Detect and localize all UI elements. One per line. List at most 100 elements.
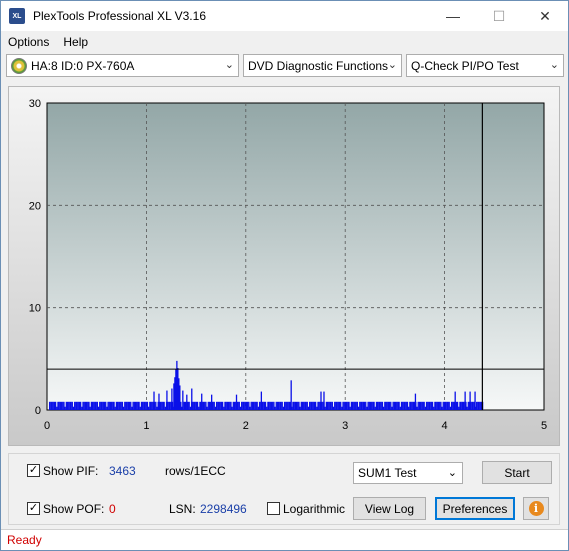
baseline-bar <box>434 401 436 410</box>
baseline-bar <box>266 406 268 410</box>
close-icon[interactable]: ✕ <box>522 1 568 31</box>
baseline-bar <box>107 401 109 410</box>
lsn-label: LSN: <box>169 502 196 516</box>
view-log-button[interactable]: View Log <box>353 497 426 520</box>
baseline-bar <box>421 401 423 410</box>
baseline-bar <box>335 401 337 410</box>
baseline-bar <box>437 401 440 410</box>
baseline-bar <box>115 401 118 410</box>
baseline-bar <box>72 406 75 410</box>
baseline-bar <box>348 401 350 410</box>
info-button[interactable]: i <box>523 497 549 520</box>
baseline-bar <box>48 401 51 410</box>
baseline-bar <box>417 401 419 410</box>
baseline-bar <box>134 401 137 410</box>
baseline-bar <box>309 401 311 410</box>
baseline-bar <box>311 401 313 410</box>
baseline-bar <box>128 401 131 410</box>
spike-bar <box>201 393 203 410</box>
baseline-bar <box>453 401 455 410</box>
show-pof-checkbox[interactable]: ✓ <box>27 502 40 515</box>
baseline-bar <box>81 406 83 410</box>
baseline-bar <box>447 401 449 410</box>
baseline-bar <box>269 401 271 410</box>
menu-help[interactable]: Help <box>56 35 95 49</box>
plextools-logo-icon: XL <box>9 8 25 24</box>
baseline-bar <box>340 401 342 410</box>
baseline-bar <box>147 406 150 410</box>
baseline-bar <box>188 401 190 410</box>
pi-po-chart: 0 1 2 3 4 5 0 10 20 30 <box>29 98 547 432</box>
sum-test-select[interactable]: SUM1 Test ⌄ <box>353 462 463 484</box>
controls-panel: ✓ Show PIF: 3463 rows/1ECC SUM1 Test ⌄ S… <box>8 453 560 525</box>
pof-value: 0 <box>109 502 116 516</box>
baseline-bar <box>224 401 226 410</box>
baseline-bar <box>132 401 134 410</box>
baseline-bar <box>80 401 82 410</box>
baseline-bar <box>136 401 138 410</box>
baseline-bar <box>479 401 481 410</box>
baseline-bar <box>399 406 401 410</box>
drive-select[interactable]: HA:8 ID:0 PX-760A ⌄ <box>6 54 239 77</box>
show-pof-label: Show POF: <box>43 502 105 516</box>
menu-options[interactable]: Options <box>1 35 56 49</box>
preferences-button[interactable]: Preferences <box>435 497 515 520</box>
baseline-bar <box>349 406 351 410</box>
baseline-bar <box>230 401 232 410</box>
baseline-bar <box>275 401 277 410</box>
spike-bar <box>191 388 193 410</box>
baseline-bar <box>307 406 310 410</box>
info-icon: i <box>528 501 544 516</box>
baseline-bar <box>74 401 76 410</box>
start-button[interactable]: Start <box>482 461 552 484</box>
baseline-bar <box>65 401 67 410</box>
baseline-bar <box>314 401 317 410</box>
baseline-bar <box>245 401 248 410</box>
y-tick-label: 0 <box>35 405 41 417</box>
toolbar: HA:8 ID:0 PX-760A ⌄ DVD Diagnostic Funct… <box>1 52 568 80</box>
logarithmic-checkbox[interactable] <box>267 502 280 515</box>
baseline-bar <box>127 401 130 410</box>
baseline-bar <box>163 401 165 410</box>
baseline-bar <box>108 401 110 410</box>
baseline-bar <box>377 401 379 410</box>
baseline-bar <box>101 401 103 410</box>
baseline-bar <box>446 401 448 410</box>
function-select[interactable]: DVD Diagnostic Functions ⌄ <box>243 54 402 77</box>
minimize-icon[interactable]: — <box>430 1 476 31</box>
baseline-bar <box>93 401 95 410</box>
baseline-bar <box>112 401 114 410</box>
baseline-bar <box>243 401 245 410</box>
baseline-bar <box>244 401 246 410</box>
baseline-bar <box>442 401 444 410</box>
chevron-down-icon: ⌄ <box>387 59 397 71</box>
baseline-bar <box>424 406 427 410</box>
spike-bar <box>469 391 471 410</box>
baseline-bar <box>121 401 124 410</box>
maximize-icon[interactable]: ☐ <box>476 1 522 31</box>
baseline-bar <box>435 401 437 410</box>
spike-bar <box>171 388 173 410</box>
baseline-bar <box>229 401 231 410</box>
baseline-bar <box>151 401 153 410</box>
baseline-bar <box>450 401 453 410</box>
baseline-bar <box>77 401 79 410</box>
baseline-bar <box>212 401 214 410</box>
baseline-bar <box>441 406 443 410</box>
baseline-bar <box>206 406 208 410</box>
baseline-bar <box>62 401 64 410</box>
baseline-bar <box>64 406 66 410</box>
baseline-bar <box>466 406 468 410</box>
baseline-bar <box>202 401 205 410</box>
baseline-bar <box>52 401 54 410</box>
title-bar: XL PlexTools Professional XL V3.16 — ☐ ✕ <box>1 1 568 31</box>
baseline-bar <box>125 401 127 410</box>
baseline-bar <box>312 401 314 410</box>
spike-bar <box>464 391 466 410</box>
test-select[interactable]: Q-Check PI/PO Test ⌄ <box>406 54 564 77</box>
baseline-bar <box>355 401 357 410</box>
show-pif-checkbox[interactable]: ✓ <box>27 464 40 477</box>
spike-bar <box>323 391 325 410</box>
x-tick-label: 0 <box>44 420 50 432</box>
x-tick-label: 1 <box>143 420 149 432</box>
